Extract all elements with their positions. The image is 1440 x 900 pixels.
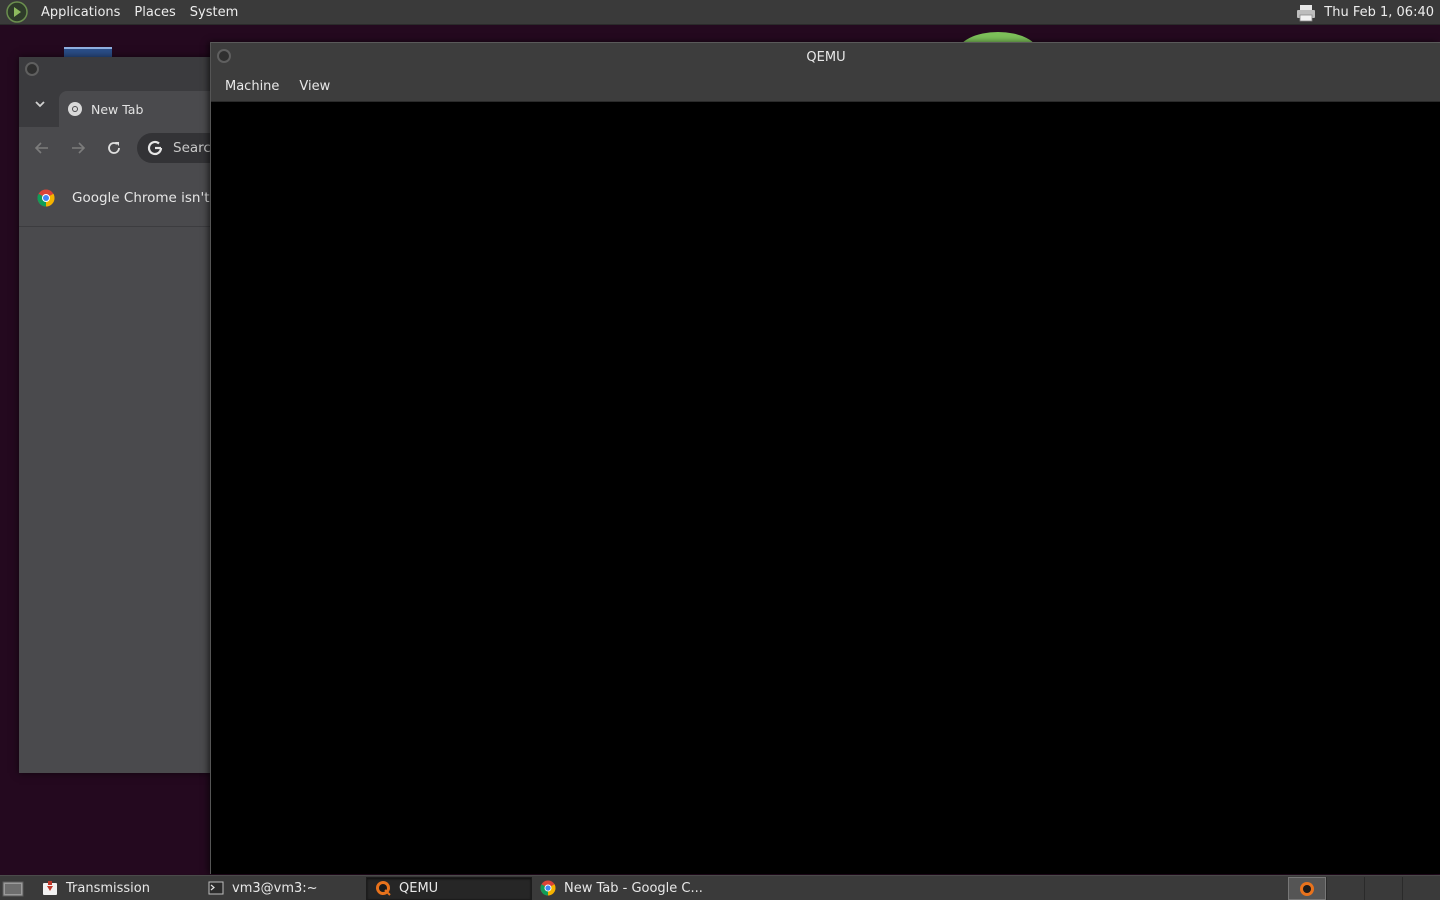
qemu-icon: [1300, 881, 1314, 896]
window-menu-button[interactable]: [25, 62, 39, 76]
default-browser-infobar: Google Chrome isn't your default browser: [19, 169, 219, 227]
google-g-icon: [147, 140, 163, 156]
omnibox[interactable]: Search: [137, 133, 219, 163]
gnome-foot-icon[interactable]: [6, 1, 28, 23]
qemu-menubar: Machine View: [211, 72, 1440, 102]
workspace-1[interactable]: [1288, 877, 1326, 900]
task-qemu[interactable]: QEMU: [366, 876, 532, 900]
printer-icon[interactable]: [1296, 4, 1316, 22]
applications-menu[interactable]: Applications: [34, 5, 127, 20]
reload-icon[interactable]: [106, 140, 122, 156]
terminal-icon: [208, 881, 224, 895]
chrome-icon: [68, 102, 82, 116]
window-title: QEMU: [806, 50, 846, 65]
task-label: Transmission: [66, 880, 150, 896]
top-panel: Applications Places System Thu Feb 1, 06…: [0, 0, 1440, 25]
vm-display[interactable]: [211, 102, 1440, 874]
back-arrow-icon[interactable]: [34, 140, 50, 156]
chrome-logo-icon: [37, 189, 55, 206]
desktop-icon[interactable]: [64, 47, 112, 57]
show-desktop-icon[interactable]: [2, 879, 24, 897]
view-menu[interactable]: View: [289, 79, 340, 94]
qemu-titlebar[interactable]: QEMU: [211, 42, 1440, 72]
task-label: vm3@vm3:~: [232, 880, 318, 896]
chrome-titlebar[interactable]: [19, 57, 219, 83]
task-transmission[interactable]: Transmission: [34, 877, 200, 900]
tab-new-tab[interactable]: New Tab: [59, 91, 219, 127]
forward-arrow-icon[interactable]: [70, 140, 86, 156]
task-terminal[interactable]: vm3@vm3:~: [200, 877, 366, 900]
workspace-2[interactable]: [1326, 877, 1364, 900]
task-chrome[interactable]: New Tab - Google C...: [532, 877, 722, 900]
workspace-switcher: [1288, 877, 1440, 900]
chrome-window[interactable]: New Tab Search Google Chrome isn't: [19, 57, 219, 773]
infobar-message: Google Chrome isn't your default browser: [72, 189, 219, 206]
chrome-toolbar: Search: [19, 127, 219, 169]
chrome-tabstrip: New Tab: [19, 83, 219, 127]
qemu-window[interactable]: QEMU Machine View: [210, 42, 1440, 874]
tab-title: New Tab: [91, 101, 144, 117]
chrome-icon: [540, 880, 556, 896]
workspace-4[interactable]: [1402, 877, 1440, 900]
task-label: New Tab - Google C...: [564, 880, 703, 896]
system-menu[interactable]: System: [183, 5, 245, 20]
clock[interactable]: Thu Feb 1, 06:40: [1324, 5, 1434, 20]
task-label: QEMU: [399, 880, 439, 896]
workspace-3[interactable]: [1364, 877, 1402, 900]
taskbar: Transmission vm3@vm3:~ QEMU New Tab - Go…: [0, 875, 1440, 900]
machine-menu[interactable]: Machine: [215, 79, 289, 94]
transmission-icon: [43, 881, 57, 895]
qemu-icon: [376, 881, 391, 896]
places-menu[interactable]: Places: [127, 5, 182, 20]
chevron-down-icon[interactable]: [33, 97, 47, 111]
tray-area: Thu Feb 1, 06:40: [1296, 0, 1440, 25]
